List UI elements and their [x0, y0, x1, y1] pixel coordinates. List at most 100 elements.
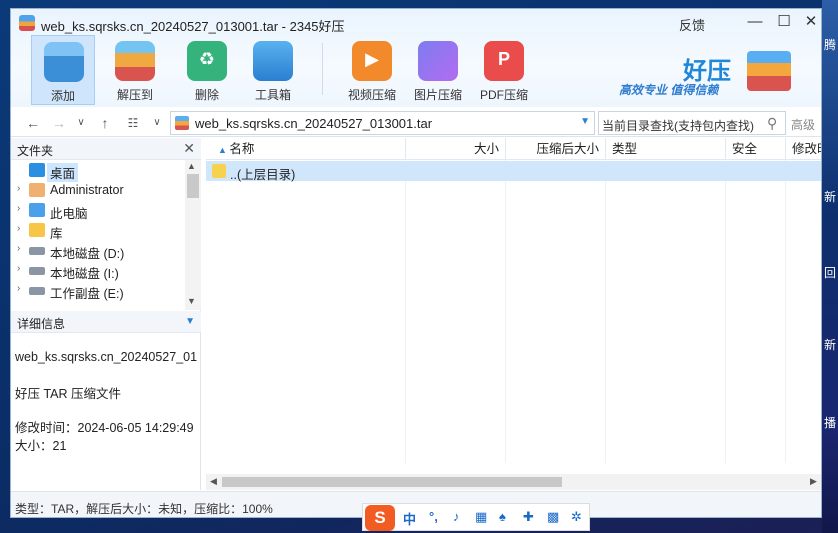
column-name[interactable]: ▲ 名称: [206, 138, 406, 160]
scroll-left-icon[interactable]: ◀: [210, 476, 217, 487]
column-security[interactable]: 安全: [726, 138, 786, 160]
search-icon[interactable]: ⚲: [767, 115, 777, 132]
chevron-right-icon[interactable]: ›: [17, 203, 20, 214]
chevron-right-icon[interactable]: ›: [17, 183, 20, 194]
column-size[interactable]: 大小: [406, 138, 506, 160]
sort-asc-icon: ▲: [218, 145, 230, 155]
pdf-compress-button[interactable]: P PDF压缩: [472, 35, 536, 105]
extract-to-button[interactable]: 解压到: [103, 35, 167, 105]
toolbox-icon: [253, 41, 293, 81]
address-path: web_ks.sqrsks.cn_20240527_013001.tar: [195, 116, 433, 131]
chevron-right-icon[interactable]: ›: [17, 243, 20, 254]
scrollbar-thumb[interactable]: [222, 477, 562, 487]
forward-arrow-icon[interactable]: →: [49, 113, 69, 133]
grid-icon[interactable]: ▩: [547, 509, 559, 525]
toolbox-button[interactable]: 工具箱: [241, 35, 305, 105]
view-mode-icon[interactable]: ☷: [123, 113, 143, 133]
chevron-right-icon[interactable]: ›: [17, 283, 20, 294]
column-type[interactable]: 类型: [606, 138, 726, 160]
detail-filetype: 好压 TAR 压缩文件: [15, 387, 122, 401]
extract-label: 解压到: [116, 88, 153, 102]
toolbar-divider: [322, 43, 323, 95]
table-row[interactable]: ..(上层目录): [206, 161, 821, 182]
tree-item-desktop[interactable]: 桌面: [11, 160, 185, 182]
add-icon: [44, 42, 84, 82]
desktop-icon-label[interactable]: 腾: [824, 38, 836, 52]
close-icon[interactable]: ✕: [183, 140, 195, 157]
archive-icon: [175, 116, 189, 130]
pdf-compress-label: PDF压缩: [479, 88, 528, 102]
address-dropdown-icon[interactable]: ▼: [580, 116, 590, 127]
column-modified[interactable]: 修改时: [786, 138, 821, 160]
image-compress-icon: [418, 41, 458, 81]
scroll-up-icon[interactable]: ▲: [187, 161, 196, 171]
details-panel-header[interactable]: 详细信息 ▼: [11, 311, 201, 333]
image-compress-button[interactable]: 图片压缩: [406, 35, 470, 105]
ime-logo-icon[interactable]: S: [365, 505, 395, 531]
back-arrow-icon[interactable]: ←: [23, 113, 43, 133]
toolbox-label: 工具箱: [254, 88, 291, 102]
extract-icon: [115, 41, 155, 81]
search-input[interactable]: 当前目录查找(支持包内查找) ⚲: [598, 111, 786, 135]
address-bar[interactable]: web_ks.sqrsks.cn_20240527_013001.tar ▼: [170, 111, 595, 135]
add-button[interactable]: 添加: [31, 35, 95, 105]
desktop-icon-label[interactable]: 新: [824, 190, 836, 204]
feedback-link[interactable]: 反馈: [679, 15, 705, 34]
title-bar[interactable]: web_ks.sqrsks.cn_20240527_013001.tar - 2…: [11, 9, 821, 37]
game-icon[interactable]: ✚: [523, 509, 534, 525]
scroll-right-icon[interactable]: ▶: [810, 476, 817, 487]
desktop-icon-label[interactable]: 回: [824, 266, 836, 280]
detail-size: 大小：21: [15, 439, 67, 453]
window-header: web_ks.sqrsks.cn_20240527_013001.tar - 2…: [11, 9, 821, 107]
chevron-right-icon[interactable]: ›: [17, 223, 20, 234]
microphone-icon[interactable]: ♪: [453, 509, 460, 524]
status-text: 类型：TAR，解压后大小：未知，压缩比：100%: [15, 502, 273, 516]
scrollbar-thumb[interactable]: [187, 174, 199, 198]
column-divider: [505, 160, 506, 463]
file-list: ▲ 名称 大小 压缩后大小 类型 安全 修改时 ..(上层目录) ◀ ▶: [206, 138, 821, 490]
ime-mode[interactable]: 中: [403, 509, 416, 528]
skin-icon[interactable]: ♠: [499, 509, 506, 524]
collapse-icon[interactable]: ▼: [185, 316, 195, 327]
folder-tree-scrollbar[interactable]: ▲ ▼: [185, 160, 201, 310]
column-compressed-size[interactable]: 压缩后大小: [506, 138, 606, 160]
tree-item-administrator[interactable]: › Administrator: [11, 180, 185, 200]
minimize-button[interactable]: —: [741, 11, 769, 33]
tree-item-library[interactable]: › 库: [11, 220, 185, 241]
file-list-scrollbar[interactable]: ◀ ▶: [206, 474, 821, 490]
column-divider: [605, 160, 606, 463]
tree-item-label: 工作副盘 (E:): [50, 287, 124, 301]
brand-banner: 好压 高效专业 值得信赖: [615, 51, 795, 101]
up-arrow-icon[interactable]: ↑: [95, 113, 115, 133]
view-mode-chevron-icon[interactable]: ∨: [147, 113, 167, 133]
tree-item-disk-d[interactable]: › 本地磁盘 (D:): [11, 240, 185, 261]
library-icon: [29, 223, 45, 237]
advanced-search-link[interactable]: 高级: [791, 116, 815, 133]
detail-filename: web_ks.sqrsks.cn_20240527_01: [15, 350, 198, 364]
chevron-right-icon[interactable]: ›: [17, 263, 20, 274]
video-compress-button[interactable]: ▶ 视频压缩: [340, 35, 404, 105]
desktop-icon-label[interactable]: 播: [824, 416, 836, 430]
user-icon: [29, 183, 45, 197]
tree-item-disk-e[interactable]: › 工作副盘 (E:): [11, 280, 185, 301]
history-chevron-icon[interactable]: ∨: [71, 113, 91, 133]
tree-item-this-pc[interactable]: › 此电脑: [11, 200, 185, 221]
disk-icon: [29, 287, 45, 295]
desktop-icon-label[interactable]: 新: [824, 338, 836, 352]
keyboard-icon[interactable]: ▦: [475, 509, 487, 525]
tree-item-label: Administrator: [50, 183, 124, 197]
settings-icon[interactable]: ✲: [571, 509, 582, 525]
tree-item-disk-i[interactable]: › 本地磁盘 (I:): [11, 260, 185, 281]
close-button[interactable]: ✕: [797, 11, 821, 33]
punctuation-icon[interactable]: °,: [429, 509, 438, 524]
image-compress-label: 图片压缩: [413, 88, 462, 102]
delete-label: 删除: [194, 88, 219, 102]
scroll-down-icon[interactable]: ▼: [187, 296, 196, 306]
maximize-button[interactable]: ☐: [770, 11, 798, 33]
details-panel-title: 详细信息: [17, 317, 66, 331]
delete-button[interactable]: ♻ 删除: [175, 35, 239, 105]
computer-icon: [29, 203, 45, 217]
column-divider: [785, 160, 786, 463]
disk-icon: [29, 267, 45, 275]
details-panel: 详细信息 ▼ web_ks.sqrsks.cn_20240527_01 好压 T…: [11, 311, 201, 491]
